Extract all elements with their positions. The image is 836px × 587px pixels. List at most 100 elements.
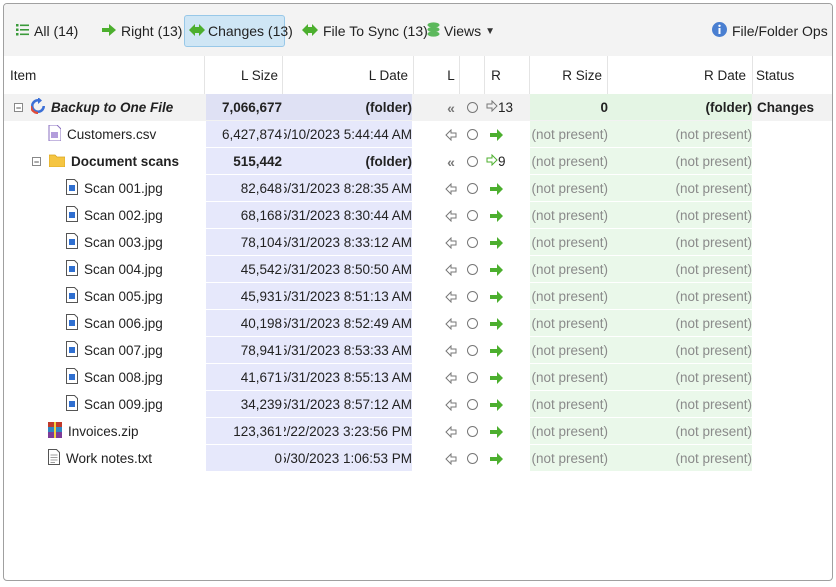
outline-right-arrow-icon bbox=[486, 99, 498, 115]
right-arrow-icon[interactable] bbox=[486, 256, 506, 283]
circle-icon[interactable] bbox=[465, 445, 479, 472]
status-cell bbox=[757, 229, 829, 256]
sync-job-icon bbox=[29, 97, 45, 117]
r-date-cell: (not present) bbox=[675, 262, 752, 277]
column-header-l-size[interactable]: L Size bbox=[206, 56, 278, 94]
right-arrow-icon[interactable] bbox=[486, 310, 506, 337]
circle-icon[interactable] bbox=[465, 391, 479, 418]
item-name: Scan 007.jpg bbox=[84, 343, 163, 358]
collapse-toggle-icon[interactable]: − bbox=[14, 103, 23, 113]
chevron-down-icon: ▼ bbox=[485, 25, 495, 37]
image-file-icon bbox=[66, 260, 78, 279]
filter-changes-button[interactable]: Changes (13) bbox=[184, 15, 293, 47]
column-header-status[interactable]: Status bbox=[756, 56, 826, 94]
table-row[interactable]: Scan 003.jpg 78,104 5/31/2023 8:33:12 AM… bbox=[4, 229, 832, 256]
views-menu-button[interactable]: Views ▼ bbox=[427, 15, 495, 47]
circle-icon[interactable] bbox=[465, 175, 479, 202]
left-arrow-icon[interactable] bbox=[443, 283, 459, 310]
right-arrow-icon[interactable] bbox=[486, 229, 506, 256]
filter-right-button[interactable]: Right (13) bbox=[102, 15, 182, 47]
left-arrow-icon[interactable] bbox=[443, 121, 459, 148]
circle-icon[interactable] bbox=[465, 148, 479, 175]
item-cell: Scan 004.jpg bbox=[66, 256, 204, 283]
circle-icon[interactable] bbox=[465, 202, 479, 229]
column-header-l-date[interactable]: L Date bbox=[284, 56, 408, 94]
double-left-arrow-icon[interactable]: « bbox=[443, 94, 459, 121]
column-header-r[interactable]: R bbox=[486, 56, 506, 94]
circle-icon[interactable] bbox=[465, 283, 479, 310]
circle-icon[interactable] bbox=[465, 364, 479, 391]
left-arrow-icon[interactable] bbox=[443, 391, 459, 418]
table-row[interactable]: Invoices.zip 123,361 2/22/2023 3:23:56 P… bbox=[4, 418, 832, 445]
l-date-cell: 5/31/2023 8:51:13 AM bbox=[284, 289, 412, 304]
left-arrow-icon[interactable] bbox=[443, 229, 459, 256]
table-row[interactable]: Scan 007.jpg 78,941 5/31/2023 8:53:33 AM… bbox=[4, 337, 832, 364]
filter-file-to-sync-button[interactable]: File To Sync (13) bbox=[302, 15, 428, 47]
item-cell: Scan 006.jpg bbox=[66, 310, 204, 337]
right-arrow-icon[interactable] bbox=[486, 175, 506, 202]
right-arrow-icon[interactable] bbox=[486, 202, 506, 229]
table-row[interactable]: Scan 009.jpg 34,239 5/31/2023 8:57:12 AM… bbox=[4, 391, 832, 418]
r-date-cell: (not present) bbox=[675, 127, 752, 142]
right-arrow-icon[interactable] bbox=[486, 364, 506, 391]
circle-icon[interactable] bbox=[465, 121, 479, 148]
column-header-item[interactable]: Item bbox=[10, 56, 200, 94]
r-action-cell[interactable]: 9 bbox=[486, 148, 526, 175]
collapse-toggle-icon[interactable]: − bbox=[32, 157, 41, 167]
right-arrow-icon[interactable] bbox=[486, 391, 506, 418]
table-row[interactable]: Scan 001.jpg 82,648 5/31/2023 8:28:35 AM… bbox=[4, 175, 832, 202]
app-window: All (14) Right (13) Changes (13) File To… bbox=[3, 3, 833, 581]
l-size-cell: 78,104 bbox=[240, 235, 282, 250]
circle-icon[interactable] bbox=[465, 256, 479, 283]
left-arrow-icon[interactable] bbox=[443, 337, 459, 364]
image-file-icon bbox=[66, 395, 78, 414]
table-row[interactable]: Scan 002.jpg 68,168 5/31/2023 8:30:44 AM… bbox=[4, 202, 832, 229]
table-row[interactable]: Work notes.txt 0 5/30/2023 1:06:53 PM (n… bbox=[4, 445, 832, 472]
filter-all-button[interactable]: All (14) bbox=[16, 15, 78, 47]
right-arrow-icon[interactable] bbox=[486, 121, 506, 148]
column-header-r-date[interactable]: R Date bbox=[608, 56, 746, 94]
left-arrow-icon[interactable] bbox=[443, 202, 459, 229]
item-cell: Work notes.txt bbox=[48, 445, 204, 472]
left-arrow-icon[interactable] bbox=[443, 175, 459, 202]
table-row[interactable]: Scan 008.jpg 41,671 5/31/2023 8:55:13 AM… bbox=[4, 364, 832, 391]
right-arrow-icon[interactable] bbox=[486, 337, 506, 364]
left-arrow-icon[interactable] bbox=[443, 256, 459, 283]
circle-icon[interactable] bbox=[465, 418, 479, 445]
column-header-l[interactable]: L bbox=[441, 56, 461, 94]
double-left-arrow-icon[interactable]: « bbox=[443, 148, 459, 175]
l-size-cell: 78,941 bbox=[240, 343, 282, 358]
item-cell: Scan 007.jpg bbox=[66, 337, 204, 364]
r-count: 13 bbox=[498, 100, 514, 115]
table-row[interactable]: Customers.csv 6,427,874 5/10/2023 5:44:4… bbox=[4, 121, 832, 148]
image-file-icon bbox=[66, 179, 78, 198]
table-row[interactable]: − Backup to One File 7,066,677 (folder) … bbox=[4, 94, 832, 121]
image-file-icon bbox=[66, 368, 78, 387]
left-arrow-icon[interactable] bbox=[443, 364, 459, 391]
table-row[interactable]: Scan 006.jpg 40,198 5/31/2023 8:52:49 AM… bbox=[4, 310, 832, 337]
status-cell bbox=[757, 310, 829, 337]
item-name: Scan 005.jpg bbox=[84, 289, 163, 304]
left-arrow-icon[interactable] bbox=[443, 310, 459, 337]
r-size-cell: (not present) bbox=[531, 235, 608, 250]
circle-icon[interactable] bbox=[465, 229, 479, 256]
circle-icon[interactable] bbox=[465, 310, 479, 337]
filter-right-label: Right (13) bbox=[121, 23, 183, 39]
right-arrow-icon[interactable] bbox=[486, 418, 506, 445]
table-row[interactable]: Scan 004.jpg 45,542 5/31/2023 8:50:50 AM… bbox=[4, 256, 832, 283]
left-arrow-icon[interactable] bbox=[443, 445, 459, 472]
left-arrow-icon[interactable] bbox=[443, 418, 459, 445]
status-cell bbox=[757, 148, 829, 175]
table-row[interactable]: − Document scans 515,442 (folder) « 9 (n… bbox=[4, 148, 832, 175]
r-action-cell[interactable]: 13 bbox=[486, 94, 526, 121]
table-row[interactable]: Scan 005.jpg 45,931 5/31/2023 8:51:13 AM… bbox=[4, 283, 832, 310]
file-folder-ops-button[interactable]: File/Folder Ops ▼ bbox=[712, 15, 832, 47]
circle-icon[interactable] bbox=[465, 337, 479, 364]
right-arrow-icon[interactable] bbox=[486, 445, 506, 472]
l-date-cell: 5/30/2023 1:06:53 PM bbox=[284, 451, 412, 466]
column-header-r-size[interactable]: R Size bbox=[530, 56, 602, 94]
circle-icon[interactable] bbox=[465, 94, 479, 121]
filter-changes-label: Changes (13) bbox=[208, 23, 293, 39]
right-arrow-icon[interactable] bbox=[486, 283, 506, 310]
l-size-cell: 68,168 bbox=[240, 208, 282, 223]
